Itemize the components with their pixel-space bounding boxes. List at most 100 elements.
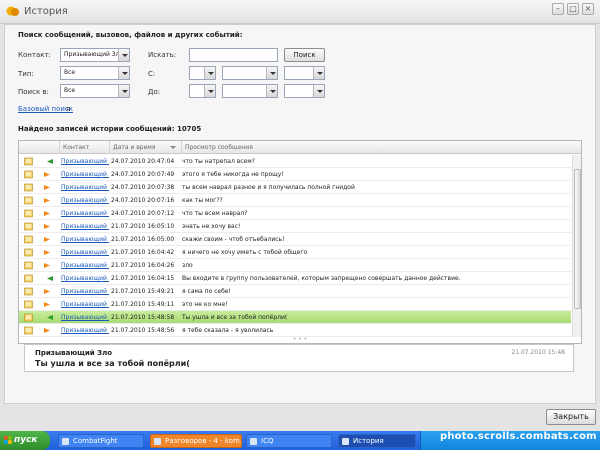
app-icon <box>154 438 161 445</box>
from-day-select[interactable] <box>189 66 216 80</box>
row-contact[interactable]: Призывающий Зло <box>61 259 109 272</box>
list-item[interactable]: Призывающий Зло21.07.2010 15:49:21 я сама… <box>19 285 571 298</box>
row-date: 24.07.2010 20:07:12 <box>111 210 175 217</box>
list-item[interactable]: Призывающий Зло24.07.2010 20:07:12 что ты… <box>19 207 571 220</box>
row-contact[interactable]: Призывающий Зло <box>61 272 109 285</box>
results-count: Найдено записей истории сообщений: 10705 <box>18 125 202 133</box>
row-date: 21.07.2010 16:05:00 <box>111 236 175 243</box>
list-scrollbar[interactable] <box>572 155 581 337</box>
task-combatfight[interactable]: CombatFight <box>58 434 144 448</box>
row-contact[interactable]: Призывающий Зло <box>61 181 109 194</box>
to-year-select[interactable] <box>284 84 325 98</box>
from-year-select[interactable] <box>284 66 325 80</box>
minimize-button[interactable]: – <box>552 3 564 15</box>
outgoing-arrow-icon <box>44 211 50 216</box>
task-history[interactable]: История <box>338 434 416 448</box>
message-icon <box>24 300 33 309</box>
start-label: пуск <box>14 435 38 445</box>
title-bar: История – □ × <box>0 0 600 24</box>
row-message: как ты мог?? <box>182 197 223 204</box>
close-window-button[interactable]: × <box>582 3 594 15</box>
start-button[interactable]: пуск <box>0 431 50 450</box>
row-date: 24.07.2010 20:07:38 <box>111 184 175 191</box>
row-message: скажи своим - чтоб отъебались! <box>182 236 285 243</box>
list-item[interactable]: Призывающий Зло21.07.2010 16:05:10 знать … <box>19 220 571 233</box>
basic-search-link[interactable]: Базовый поиск <box>18 105 73 113</box>
watermark: photo.scrolls.combats.com <box>440 431 597 442</box>
column-date-label: Дата и время <box>113 144 156 151</box>
list-item[interactable]: Призывающий Зло24.07.2010 20:07:38 ты все… <box>19 181 571 194</box>
row-contact[interactable]: Призывающий Зло <box>61 298 109 311</box>
row-contact[interactable]: Призывающий Зло <box>61 311 109 324</box>
row-message: я ничего не хочу иметь с тобой общего <box>182 249 308 256</box>
row-date: 21.07.2010 16:04:26 <box>111 262 175 269</box>
list-item[interactable]: Призывающий Зло24.07.2010 20:07:16 как ты… <box>19 194 571 207</box>
outgoing-arrow-icon <box>44 302 50 307</box>
to-day-select[interactable] <box>189 84 216 98</box>
sort-desc-icon <box>170 146 176 149</box>
task-conversations[interactable]: Разговоров - 4 - kom... <box>150 434 242 448</box>
contact-select[interactable]: Призывающий Зло <box>60 48 130 62</box>
row-message: что ты всем наврал? <box>182 210 248 217</box>
row-contact[interactable]: Призывающий Зло <box>61 324 109 337</box>
search-input[interactable] <box>189 48 278 62</box>
task-label: История <box>353 437 384 445</box>
search-button[interactable]: Поиск <box>284 48 325 62</box>
row-message: ты всем наврал разное и я получилась пол… <box>182 184 355 191</box>
message-icon <box>24 313 33 322</box>
chevron-down-icon <box>118 67 129 79</box>
windows-flag-icon <box>4 436 12 444</box>
chevron-down-icon <box>266 85 277 97</box>
list-item[interactable]: Призывающий Зло21.07.2010 16:04:15 Вы вхо… <box>19 272 571 285</box>
splitter-handle[interactable]: • • • <box>19 337 581 343</box>
outgoing-arrow-icon <box>44 237 50 242</box>
row-contact[interactable]: Призывающий Зло <box>61 194 109 207</box>
message-icon <box>24 261 33 270</box>
close-button[interactable]: Закрыть <box>546 409 596 425</box>
scrollbar-thumb[interactable] <box>574 169 581 309</box>
row-contact[interactable]: Призывающий Зло <box>61 233 109 246</box>
row-date: 21.07.2010 15:49:21 <box>111 288 175 295</box>
column-message[interactable]: Просмотр сообщения <box>181 141 581 154</box>
list-item[interactable]: Призывающий Зло24.07.2010 20:07:49 этого … <box>19 168 571 181</box>
list-rows: Призывающий Зло24.07.2010 20:47:04что ты… <box>19 155 571 337</box>
chevron-down-icon <box>118 49 129 61</box>
type-select[interactable]: Все <box>60 66 130 80</box>
list-item[interactable]: Призывающий Зло21.07.2010 16:05:00 скажи … <box>19 233 571 246</box>
row-date: 21.07.2010 15:48:56 <box>111 327 175 334</box>
message-icon <box>24 196 33 205</box>
row-contact[interactable]: Призывающий Зло <box>61 207 109 220</box>
maximize-button[interactable]: □ <box>567 3 579 15</box>
row-contact[interactable]: Призывающий Зло <box>61 168 109 181</box>
list-item[interactable]: Призывающий Зло21.07.2010 16:04:26 зло <box>19 259 571 272</box>
contact-select-value: Призывающий Зло <box>64 51 124 58</box>
outgoing-arrow-icon <box>44 224 50 229</box>
list-item[interactable]: Призывающий Зло21.07.2010 16:04:42 я ниче… <box>19 246 571 259</box>
row-message: я тебе сказала - я уволилась <box>182 327 274 334</box>
contact-label: Контакт: <box>18 51 51 59</box>
row-contact[interactable]: Призывающий Зло <box>61 246 109 259</box>
message-preview: Призывающий Зло 21.07.2010 15:48 Ты ушла… <box>24 344 574 372</box>
row-contact[interactable]: Призывающий Зло <box>61 220 109 233</box>
list-item[interactable]: Призывающий Зло24.07.2010 20:47:04 что ты… <box>19 155 571 168</box>
row-contact[interactable]: Призывающий Зло <box>61 285 109 298</box>
row-date: 21.07.2010 16:04:15 <box>111 275 175 282</box>
row-date: 24.07.2010 20:07:49 <box>111 171 175 178</box>
from-month-select[interactable] <box>222 66 278 80</box>
to-month-select[interactable] <box>222 84 278 98</box>
searchin-select-value: Все <box>64 87 76 94</box>
column-contact[interactable]: Контакт <box>59 141 109 154</box>
message-icon <box>24 222 33 231</box>
message-icon <box>24 326 33 335</box>
list-item[interactable]: Призывающий Зло21.07.2010 15:49:11 это не… <box>19 298 571 311</box>
searchin-select[interactable]: Все <box>60 84 130 98</box>
chevron-down-icon <box>118 85 129 97</box>
task-icq[interactable]: ICQ <box>246 434 332 448</box>
row-message: знать не хочу вас! <box>182 223 241 230</box>
message-icon <box>24 170 33 179</box>
column-date[interactable]: Дата и время <box>109 141 181 154</box>
row-contact[interactable]: Призывающий Зло <box>61 155 109 168</box>
list-item[interactable]: Призывающий Зло21.07.2010 15:48:58 Ты ушл… <box>19 311 571 324</box>
app-logo-icon <box>6 6 19 16</box>
row-date: 21.07.2010 15:49:11 <box>111 301 175 308</box>
